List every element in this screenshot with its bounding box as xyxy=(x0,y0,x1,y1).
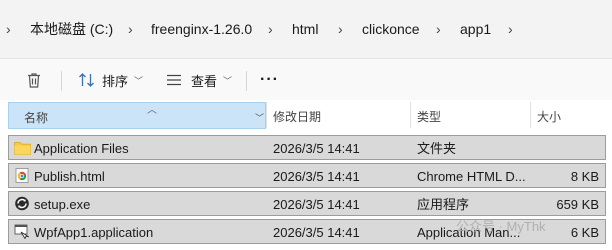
file-row[interactable]: Publish.html 2026/3/5 14:41 Chrome HTML … xyxy=(8,163,606,188)
chevron-right-icon[interactable]: › xyxy=(436,20,441,38)
breadcrumb-item-html[interactable]: html xyxy=(292,20,318,38)
breadcrumb-item-app1[interactable]: app1 xyxy=(460,20,491,38)
more-options-button[interactable]: ··· xyxy=(260,59,279,101)
sort-label: 排序 xyxy=(102,73,129,89)
chevron-right-icon[interactable]: › xyxy=(128,20,133,38)
file-modified: 2026/3/5 14:41 xyxy=(273,141,360,156)
sort-icon xyxy=(79,73,94,87)
file-size: 6 KB xyxy=(570,225,599,240)
delete-button[interactable] xyxy=(26,59,42,101)
watermark: 公众号 · MyThk xyxy=(456,219,546,234)
file-type: 应用程序 xyxy=(417,197,470,212)
address-breadcrumb: › 本地磁盘 (C:) › freenginx-1.26.0 › html › … xyxy=(0,0,612,58)
chevron-right-icon[interactable]: › xyxy=(268,20,273,38)
chevron-down-icon[interactable]: ﹀ xyxy=(255,111,264,124)
view-list-icon xyxy=(167,74,181,86)
column-divider[interactable] xyxy=(266,102,267,128)
file-name: WpfApp1.application xyxy=(34,225,154,240)
column-header-name[interactable]: ︿ 名称 ﹀ xyxy=(8,102,266,129)
column-divider[interactable] xyxy=(530,102,531,128)
breadcrumb-item-drive[interactable]: 本地磁盘 (C:) xyxy=(30,20,113,38)
setup-exe-icon xyxy=(15,196,29,211)
column-header-modified[interactable]: 修改日期 xyxy=(273,108,321,125)
toolbar-divider xyxy=(246,71,247,91)
column-header-size[interactable]: 大小 xyxy=(537,108,561,125)
chrome-html-icon xyxy=(15,168,29,183)
file-type: 文件夹 xyxy=(417,141,457,156)
file-explorer-window: › 本地磁盘 (C:) › freenginx-1.26.0 › html › … xyxy=(0,0,612,250)
chevron-right-icon[interactable]: › xyxy=(6,20,11,38)
chevron-right-icon[interactable]: › xyxy=(338,20,343,38)
file-size: 659 KB xyxy=(556,197,599,212)
toolbar-divider xyxy=(61,71,62,91)
folder-icon xyxy=(14,142,31,155)
file-modified: 2026/3/5 14:41 xyxy=(273,197,360,212)
breadcrumb-item-freenginx[interactable]: freenginx-1.26.0 xyxy=(151,20,252,38)
view-label: 查看 xyxy=(191,73,218,89)
column-header-row: ︿ 名称 ﹀ 修改日期 类型 大小 xyxy=(0,100,612,129)
chevron-down-icon: ﹀ xyxy=(134,75,144,86)
file-row[interactable]: Application Files 2026/3/5 14:41 文件夹 xyxy=(8,135,606,160)
chevron-right-icon[interactable]: › xyxy=(508,20,513,38)
sort-button[interactable]: 排序 ﹀ xyxy=(78,59,143,101)
column-header-type[interactable]: 类型 xyxy=(417,108,441,125)
breadcrumb-item-clickonce[interactable]: clickonce xyxy=(362,20,420,38)
file-name: Publish.html xyxy=(34,169,105,184)
command-bar: 排序 ﹀ 查看 ﹀ ··· xyxy=(0,58,612,100)
column-divider[interactable] xyxy=(410,102,411,128)
file-type: Chrome HTML D... xyxy=(417,169,526,184)
file-size: 8 KB xyxy=(570,169,599,184)
sort-ascending-icon: ︿ xyxy=(147,105,157,116)
file-row[interactable]: setup.exe 2026/3/5 14:41 应用程序 659 KB xyxy=(8,191,606,216)
file-name: Application Files xyxy=(34,141,129,156)
file-modified: 2026/3/5 14:41 xyxy=(273,225,360,240)
column-name-label: 名称 xyxy=(24,111,49,125)
application-manifest-icon xyxy=(14,224,30,239)
file-name: setup.exe xyxy=(34,197,91,212)
trash-icon xyxy=(28,72,40,88)
view-button[interactable]: 查看 ﹀ xyxy=(166,59,232,101)
chevron-down-icon: ﹀ xyxy=(223,75,233,86)
file-modified: 2026/3/5 14:41 xyxy=(273,169,360,184)
